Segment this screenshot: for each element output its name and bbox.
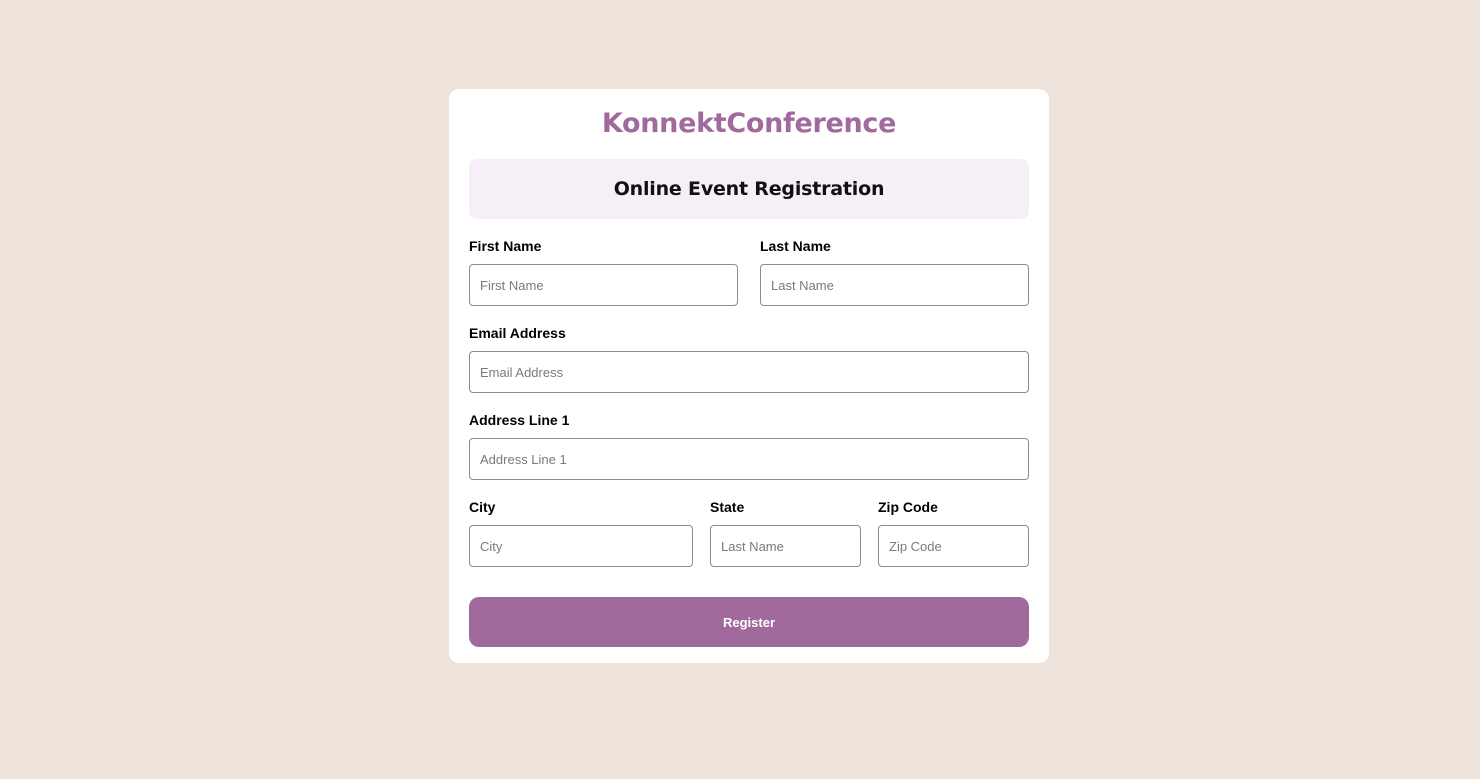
address-row: Address Line 1	[469, 412, 1029, 480]
city-input[interactable]	[469, 525, 693, 567]
registration-card: KonnektConference Online Event Registrat…	[449, 89, 1049, 663]
subtitle-banner: Online Event Registration	[469, 159, 1029, 219]
last-name-input[interactable]	[760, 264, 1029, 306]
last-name-group: Last Name	[760, 238, 1029, 306]
last-name-label: Last Name	[760, 238, 831, 254]
city-label: City	[469, 499, 496, 515]
page-subtitle: Online Event Registration	[613, 178, 885, 200]
brand-title: KonnektConference	[601, 108, 897, 139]
state-input[interactable]	[710, 525, 861, 567]
email-input[interactable]	[469, 351, 1029, 393]
address-group: Address Line 1	[469, 412, 1029, 480]
state-group: State	[710, 499, 861, 567]
address-line-1-input[interactable]	[469, 438, 1029, 480]
name-row: First Name Last Name	[469, 238, 1029, 306]
zip-code-label: Zip Code	[878, 499, 938, 515]
zip-code-input[interactable]	[878, 525, 1029, 567]
email-label: Email Address	[469, 325, 566, 341]
email-row: Email Address	[469, 325, 1029, 393]
first-name-label: First Name	[469, 238, 542, 254]
zip-group: Zip Code	[878, 499, 1029, 567]
location-row: City State Zip Code	[469, 499, 1029, 567]
city-group: City	[469, 499, 693, 567]
address-line-1-label: Address Line 1	[469, 412, 570, 428]
first-name-input[interactable]	[469, 264, 738, 306]
first-name-group: First Name	[469, 238, 738, 306]
state-label: State	[710, 499, 745, 515]
email-group: Email Address	[469, 325, 1029, 393]
register-button[interactable]: Register	[469, 597, 1029, 647]
